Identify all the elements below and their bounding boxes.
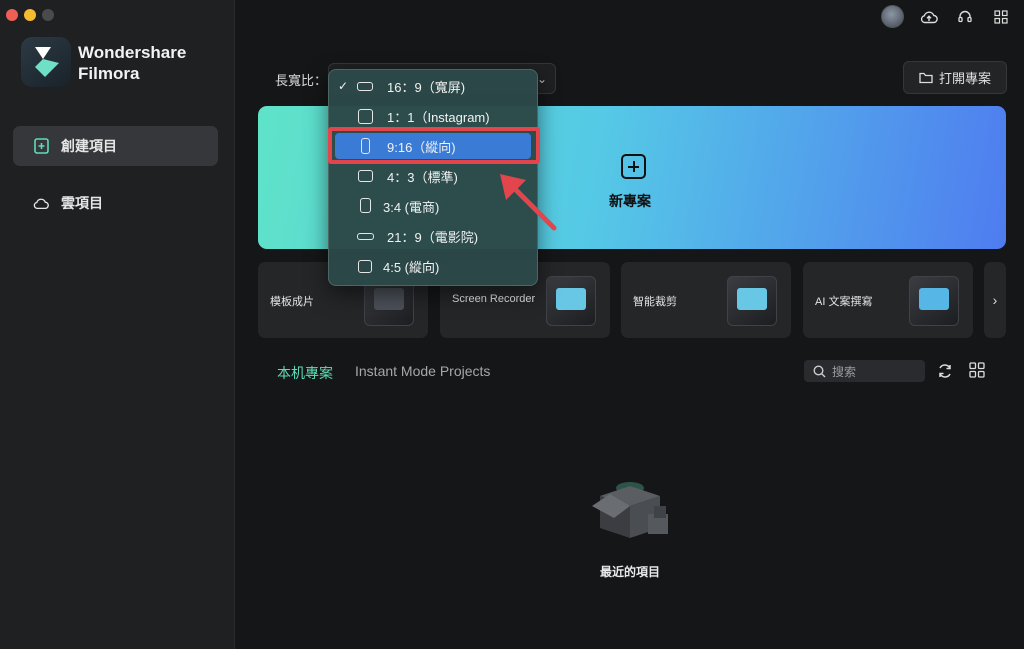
aspect-ratio-label: 長寬比： xyxy=(275,73,328,88)
chevron-right-icon[interactable]: › xyxy=(984,262,1006,338)
cinema-ratio-icon xyxy=(357,233,374,240)
empty-box-icon xyxy=(590,466,680,546)
card-label: AI 文案撰寫 xyxy=(815,296,873,308)
zoom-window-button[interactable] xyxy=(42,9,54,21)
cloud-icon xyxy=(33,195,49,211)
sidebar-item-cloud-projects[interactable]: 雲項目 xyxy=(13,183,218,223)
standard-ratio-icon xyxy=(358,170,373,182)
refresh-icon[interactable] xyxy=(936,362,954,380)
dropdown-option-label: 1：1（Instagram) xyxy=(387,109,490,125)
card-smart-trim[interactable]: 智能裁剪 xyxy=(621,262,791,338)
brand-line1: Wondershare xyxy=(78,43,187,62)
headset-icon[interactable] xyxy=(954,6,976,28)
plus-icon xyxy=(621,154,646,179)
ecommerce-ratio-icon xyxy=(360,198,371,213)
grid-view-icon[interactable] xyxy=(969,362,987,380)
close-window-button[interactable] xyxy=(6,9,18,21)
open-project-label: 打開專案 xyxy=(938,71,991,86)
landscape-ratio-icon xyxy=(357,82,373,91)
search-placeholder: 搜索 xyxy=(832,364,857,379)
square-ratio-icon xyxy=(358,109,373,124)
sidebar-item-label: 創建項目 xyxy=(61,138,117,154)
card-label: 模板成片 xyxy=(270,296,314,308)
dropdown-option-label: 4:5 (縱向) xyxy=(383,259,440,275)
dropdown-option-label: 16：9（寬屏) xyxy=(387,79,466,95)
top-toolbar xyxy=(881,5,1012,28)
open-project-button[interactable]: 打開專案 xyxy=(903,61,1007,94)
red-arrow-annotation-icon xyxy=(500,174,557,231)
card-ai-copywriting[interactable]: AI 文案撰寫 xyxy=(803,262,973,338)
avatar[interactable] xyxy=(881,5,904,28)
tab-local-projects[interactable]: 本机專案 xyxy=(277,363,333,383)
folder-icon xyxy=(919,72,933,83)
highlight-annotation-box xyxy=(328,127,540,164)
new-project-label: 新專案 xyxy=(609,193,651,209)
sidebar-item-create-project[interactable]: 創建項目 xyxy=(13,126,218,166)
dropdown-option-4-5[interactable]: 4:5 (縱向) xyxy=(335,253,531,279)
dropdown-option-label: 4：3（標準) xyxy=(387,169,458,185)
dropdown-option-label: 21：9（電影院) xyxy=(387,229,479,245)
sidebar-item-label: 雲項目 xyxy=(61,195,103,211)
card-label: 智能裁剪 xyxy=(633,296,677,308)
brand-line2: Filmora xyxy=(78,64,140,83)
apps-grid-icon[interactable] xyxy=(990,6,1012,28)
minimize-window-button[interactable] xyxy=(24,9,36,21)
brand-name: Wondershare Filmora xyxy=(78,42,186,84)
dropdown-option-label: 3:4 (電商) xyxy=(383,199,440,215)
portrait-4-5-ratio-icon xyxy=(358,260,372,273)
recent-projects-label: 最近的項目 xyxy=(600,565,661,579)
search-icon xyxy=(813,364,826,377)
film-trim-icon xyxy=(727,276,777,326)
card-label: Screen Recorder xyxy=(452,293,536,305)
camera-icon xyxy=(546,276,596,326)
chevron-down-icon: ⌄ xyxy=(536,72,547,86)
filmora-logo-icon xyxy=(21,37,71,87)
search-input[interactable]: 搜索 xyxy=(804,360,925,382)
dropdown-option-16-9[interactable]: ✓ 16：9（寬屏) xyxy=(335,73,531,99)
ai-document-icon xyxy=(909,276,959,326)
sidebar: Wondershare Filmora 創建項目 雲項目 xyxy=(0,0,235,649)
dropdown-option-1-1[interactable]: 1：1（Instagram) xyxy=(335,103,531,129)
add-file-icon xyxy=(33,138,49,154)
checkmark-icon: ✓ xyxy=(338,79,349,93)
window-controls xyxy=(6,9,54,21)
cloud-upload-icon[interactable] xyxy=(918,6,940,28)
tab-instant-mode-projects[interactable]: Instant Mode Projects xyxy=(355,363,490,379)
